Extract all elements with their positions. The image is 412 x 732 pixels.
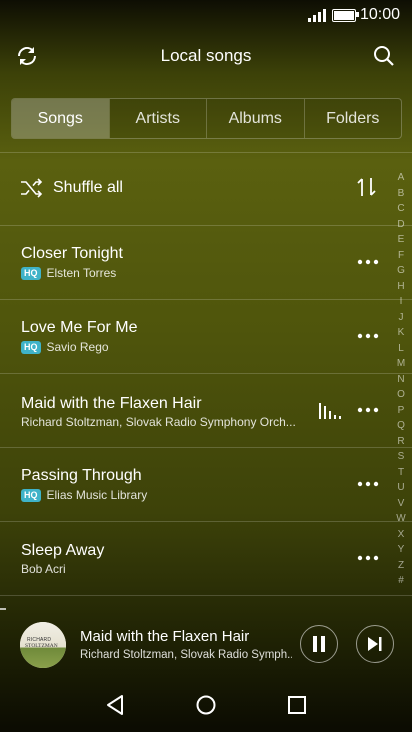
alphabet-letter[interactable]: M [394, 356, 408, 372]
alphabet-letter[interactable]: H [394, 279, 408, 295]
alphabet-letter[interactable]: C [394, 201, 408, 217]
battery-icon [332, 9, 356, 22]
shuffle-all-row[interactable]: Shuffle all [0, 153, 390, 225]
more-options-icon[interactable] [357, 481, 379, 487]
alphabet-letter[interactable]: P [394, 403, 408, 419]
recent-apps-icon[interactable] [287, 695, 307, 715]
alphabet-letter[interactable]: N [394, 372, 408, 388]
alphabet-letter[interactable]: T [394, 465, 408, 481]
alphabet-letter[interactable]: J [394, 310, 408, 326]
tab-albums[interactable]: Albums [206, 99, 304, 138]
song-title: Maid with the Flaxen Hair [21, 395, 202, 412]
skip-next-icon [368, 637, 382, 651]
search-icon[interactable] [366, 38, 402, 74]
song-row[interactable]: Passing Through HQ Elias Music Library [0, 448, 390, 521]
more-options-icon[interactable] [357, 407, 379, 413]
pause-icon [313, 636, 325, 652]
alphabet-letter[interactable]: B [394, 186, 408, 202]
player-song-title: Maid with the Flaxen Hair [80, 628, 250, 645]
shuffle-icon [21, 178, 43, 198]
page-title: Local songs [160, 46, 252, 65]
alphabet-letter[interactable]: V [394, 496, 408, 512]
song-row[interactable]: Closer Tonight HQ Elsten Torres [0, 226, 390, 299]
alphabet-letter[interactable]: G [394, 263, 408, 279]
song-artist: Bob Acri [21, 562, 66, 576]
more-options-icon[interactable] [357, 259, 379, 265]
alphabet-letter[interactable]: A [394, 170, 408, 186]
playback-progress [0, 608, 6, 610]
song-row[interactable]: Love Me For Me HQ Savio Rego [0, 300, 390, 373]
hq-badge: HQ [21, 488, 41, 502]
alphabet-letter[interactable]: I [394, 294, 408, 310]
alphabet-letter[interactable]: K [394, 325, 408, 341]
alphabet-letter[interactable]: # [394, 573, 408, 589]
alphabet-letter[interactable]: W [394, 511, 408, 527]
tab-bar: Songs Artists Albums Folders [11, 98, 402, 139]
alphabet-letter[interactable]: X [394, 527, 408, 543]
tab-songs[interactable]: Songs [12, 99, 109, 138]
more-options-icon[interactable] [357, 555, 379, 561]
song-artist: Savio Rego [46, 340, 109, 354]
song-title: Love Me For Me [21, 319, 138, 336]
alphabet-letter[interactable]: D [394, 217, 408, 233]
song-title: Sleep Away [21, 542, 105, 559]
hq-badge: HQ [21, 266, 41, 280]
home-icon[interactable] [195, 694, 217, 716]
next-track-button[interactable] [356, 625, 394, 663]
alphabet-letter[interactable]: L [394, 341, 408, 357]
song-title: Closer Tonight [21, 245, 123, 262]
back-icon[interactable] [104, 693, 126, 717]
more-options-icon[interactable] [357, 333, 379, 339]
song-artist: Elsten Torres [46, 266, 117, 280]
alphabet-letter[interactable]: R [394, 434, 408, 450]
alphabet-letter[interactable]: U [394, 480, 408, 496]
pause-button[interactable] [300, 625, 338, 663]
alphabet-letter[interactable]: E [394, 232, 408, 248]
alphabet-letter[interactable]: S [394, 449, 408, 465]
now-playing-equalizer-icon [319, 403, 341, 419]
tab-artists[interactable]: Artists [108, 99, 207, 138]
alphabet-index[interactable]: A B C D E F G H I J K L M N O P Q R S T U V W X Y Z # [394, 170, 408, 589]
shuffle-all-label: Shuffle all [53, 179, 123, 196]
hq-badge: HQ [21, 340, 41, 354]
song-artist: Richard Stoltzman, Slovak Radio Symphony… [21, 415, 296, 429]
alphabet-letter[interactable]: F [394, 248, 408, 264]
tab-folders[interactable]: Folders [303, 99, 402, 138]
alphabet-letter[interactable]: Y [394, 542, 408, 558]
alphabet-letter[interactable]: Z [394, 558, 408, 574]
song-artist: Elias Music Library [46, 488, 148, 502]
status-time: 10:00 [359, 6, 400, 23]
song-title: Passing Through [21, 467, 142, 484]
signal-icon [308, 9, 326, 22]
song-row[interactable]: Sleep Away Bob Acri [0, 522, 390, 595]
album-art: RICHARD STOLTZMAN [20, 622, 66, 668]
alphabet-letter[interactable]: Q [394, 418, 408, 434]
alphabet-letter[interactable]: O [394, 387, 408, 403]
player-artist: Richard Stoltzman, Slovak Radio Symph... [80, 649, 292, 661]
status-bar: 10:00 [0, 0, 412, 32]
sort-icon[interactable] [356, 177, 378, 197]
